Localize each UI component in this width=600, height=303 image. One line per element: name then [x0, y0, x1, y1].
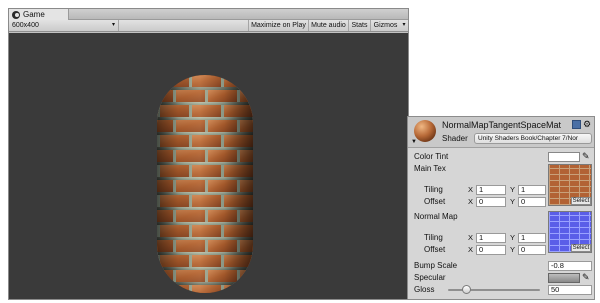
- gear-icon[interactable]: ⚙: [583, 119, 591, 129]
- eyedropper-icon[interactable]: ✎: [582, 272, 590, 283]
- normal-map-offset-x-field[interactable]: 0: [476, 245, 506, 255]
- normal-map-label: Normal Map: [414, 212, 458, 221]
- dropdown-arrow-icon: ▾: [111, 22, 115, 28]
- bump-scale-label: Bump Scale: [414, 261, 458, 270]
- mute-audio-button[interactable]: Mute audio: [308, 20, 348, 31]
- normal-map-select-button[interactable]: Select: [571, 244, 591, 252]
- normal-map-offset-y-field[interactable]: 0: [518, 245, 546, 255]
- brick-capsule-render: [157, 75, 253, 293]
- normal-map-thumbnail[interactable]: Select: [548, 211, 592, 253]
- axis-x-label: X: [468, 185, 474, 194]
- gloss-slider-thumb[interactable]: [462, 285, 472, 294]
- main-tex-thumbnail[interactable]: Select: [548, 164, 592, 206]
- inspector-header: NormalMapTangentSpaceMat ⚙ ▼ Shader Unit…: [408, 117, 594, 148]
- gizmos-button[interactable]: Gizmos: [370, 20, 400, 31]
- main-tex-select-button[interactable]: Select: [571, 197, 591, 205]
- shader-dropdown[interactable]: Unity Shaders Book/Chapter 7/Nor: [474, 133, 592, 144]
- normal-map-tiling-x-field[interactable]: 1: [476, 233, 506, 243]
- resolution-label: 600x400: [12, 22, 39, 29]
- axis-x-label: X: [468, 245, 474, 254]
- color-tint-swatch[interactable]: [548, 152, 580, 162]
- axis-x-label: X: [468, 197, 474, 206]
- maximize-on-play-button[interactable]: Maximize on Play: [248, 20, 308, 31]
- axis-y-label: Y: [510, 185, 516, 194]
- normal-map-tiling-label: Tiling: [424, 233, 443, 242]
- material-name: NormalMapTangentSpaceMat: [442, 120, 562, 130]
- main-tex-tiling-y-field[interactable]: 1: [518, 185, 546, 195]
- material-preview-sphere: [414, 120, 436, 142]
- eyedropper-icon[interactable]: ✎: [582, 151, 590, 162]
- gloss-field[interactable]: 50: [548, 285, 592, 295]
- normal-map-offset-label: Offset: [424, 245, 446, 254]
- capsule-shading: [157, 75, 253, 293]
- game-window: Game 600x400 ▾ Maximize on Play Mute aud…: [8, 8, 409, 300]
- game-viewport[interactable]: [9, 33, 408, 299]
- stats-button[interactable]: Stats: [348, 20, 370, 31]
- main-tex-tiling-label: Tiling: [424, 185, 443, 194]
- bump-scale-field[interactable]: -0.8: [548, 261, 592, 271]
- game-icon: [12, 10, 20, 19]
- game-tabbar: Game: [9, 9, 408, 20]
- shader-label: Shader: [442, 134, 468, 143]
- game-toolbar: 600x400 ▾ Maximize on Play Mute audio St…: [9, 20, 408, 32]
- axis-y-label: Y: [510, 245, 516, 254]
- resolution-dropdown[interactable]: 600x400 ▾: [9, 20, 119, 31]
- specular-color-swatch[interactable]: [548, 273, 580, 283]
- axis-y-label: Y: [510, 233, 516, 242]
- axis-y-label: Y: [510, 197, 516, 206]
- main-tex-offset-x-field[interactable]: 0: [476, 197, 506, 207]
- gizmos-dropdown-arrow-icon[interactable]: ▾: [400, 20, 408, 31]
- tab-game[interactable]: Game: [9, 9, 69, 20]
- help-book-icon[interactable]: [572, 120, 581, 129]
- main-tex-offset-label: Offset: [424, 197, 446, 206]
- main-tex-tiling-x-field[interactable]: 1: [476, 185, 506, 195]
- specular-label: Specular: [414, 273, 446, 282]
- normal-map-tiling-y-field[interactable]: 1: [518, 233, 546, 243]
- axis-x-label: X: [468, 233, 474, 242]
- gloss-label: Gloss: [414, 285, 435, 294]
- main-tex-label: Main Tex: [414, 164, 446, 173]
- main-tex-offset-y-field[interactable]: 0: [518, 197, 546, 207]
- tab-game-label: Game: [23, 10, 45, 19]
- material-inspector: NormalMapTangentSpaceMat ⚙ ▼ Shader Unit…: [407, 116, 595, 300]
- color-tint-label: Color Tint: [414, 152, 449, 161]
- foldout-arrow-icon[interactable]: ▼: [411, 139, 417, 146]
